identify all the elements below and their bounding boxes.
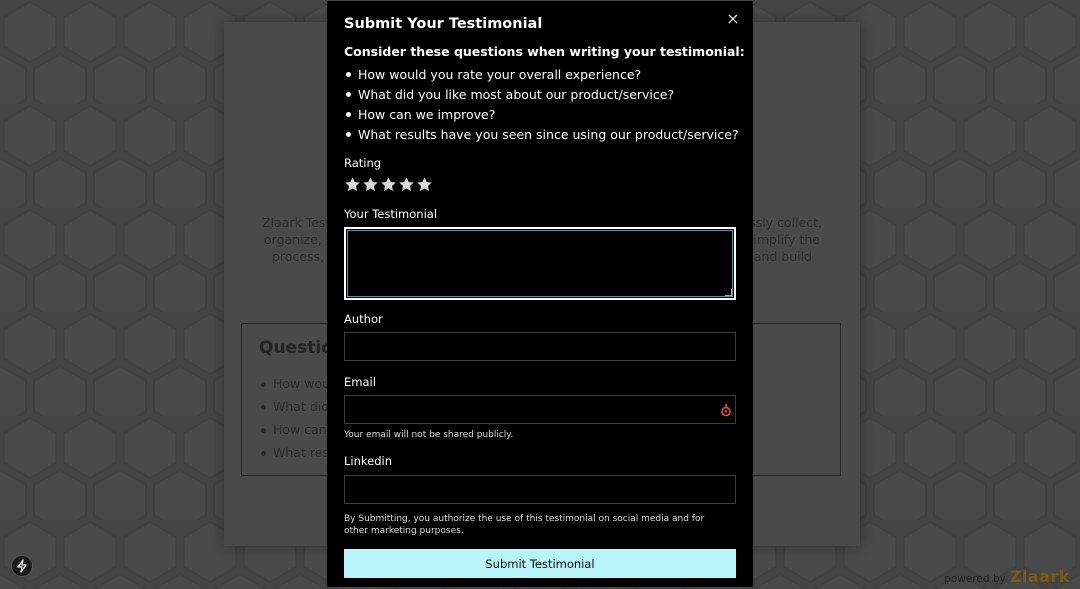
star-icon[interactable] (362, 176, 379, 193)
list-item: What did you like most about our product… (346, 86, 739, 106)
author-label: Author (344, 312, 383, 326)
background-questions-list: How wou What did How can What res (260, 376, 330, 468)
list-item: How would you rate your overall experien… (346, 66, 739, 86)
lightning-icon[interactable] (11, 555, 33, 577)
close-icon[interactable]: × (725, 11, 741, 27)
email-input[interactable] (344, 395, 736, 424)
legal-notice: By Submitting, you authorize the use of … (344, 514, 705, 536)
list-item: What results have you seen since using o… (346, 126, 739, 146)
star-icon[interactable] (380, 176, 397, 193)
list-item: What res (260, 445, 330, 468)
email-hint: Your email will not be shared publicly. (344, 430, 514, 440)
list-item: What did (260, 399, 330, 422)
linkedin-input[interactable] (344, 475, 736, 504)
list-item: How wou (260, 376, 330, 399)
testimonial-textarea-wrapper (344, 227, 736, 300)
rating-label: Rating (344, 156, 382, 170)
modal-title: Submit Your Testimonial (344, 16, 543, 32)
rating-stars (344, 176, 433, 193)
questions-heading: Consider these questions when writing yo… (344, 44, 745, 59)
resize-handle-icon[interactable] (725, 289, 732, 296)
star-icon[interactable] (416, 176, 433, 193)
testimonial-textarea[interactable] (347, 230, 733, 297)
questions-list: How would you rate your overall experien… (346, 66, 739, 146)
star-icon[interactable] (398, 176, 415, 193)
testimonial-label: Your Testimonial (344, 207, 438, 221)
submit-testimonial-button[interactable]: Submit Testimonial (344, 549, 736, 578)
testimonial-modal: × Submit Your Testimonial Consider these… (327, 1, 753, 587)
email-label: Email (344, 375, 376, 389)
linkedin-label: Linkedin (344, 454, 392, 468)
password-manager-key-icon[interactable] (720, 402, 732, 417)
brand-logo: Zlaark (1009, 567, 1070, 586)
list-item: How can (260, 422, 330, 445)
author-input[interactable] (344, 332, 736, 361)
powered-by-text: powered by (944, 573, 1006, 585)
powered-by-badge[interactable]: powered by Zlaark (944, 567, 1070, 586)
star-icon[interactable] (344, 176, 361, 193)
list-item: How can we improve? (346, 106, 739, 126)
